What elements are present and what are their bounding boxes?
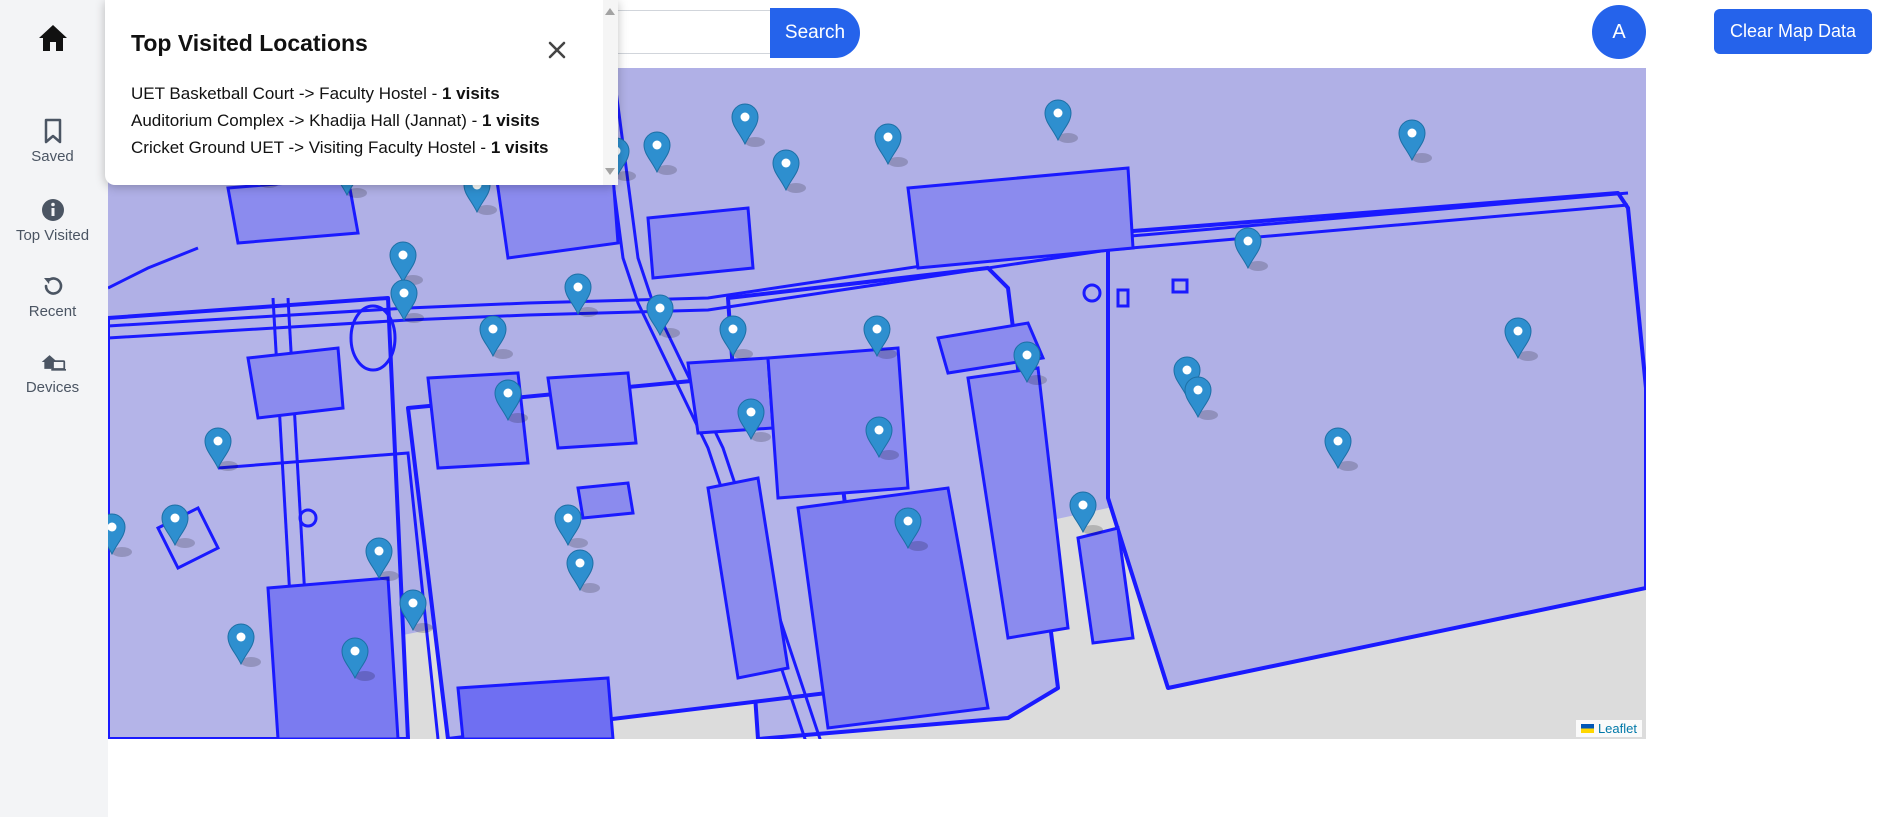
map-marker-icon[interactable] xyxy=(554,504,588,548)
map-marker-icon[interactable] xyxy=(1234,227,1268,271)
history-icon xyxy=(40,273,66,299)
visit-count: 1 visits xyxy=(482,111,540,130)
sidebar-item-label: Recent xyxy=(28,303,77,320)
route-text: Cricket Ground UET -> Visiting Faculty H… xyxy=(131,138,491,157)
map-marker-icon[interactable] xyxy=(719,315,753,359)
map-marker-icon[interactable] xyxy=(365,537,399,581)
top-visited-list: UET Basketball Court -> Faculty Hostel -… xyxy=(131,80,548,161)
sidebar-item-devices[interactable]: Devices xyxy=(0,349,105,396)
clear-map-data-button[interactable]: Clear Map Data xyxy=(1714,9,1872,54)
map-marker-icon[interactable] xyxy=(399,589,433,633)
sidebar-item-label: Devices xyxy=(25,379,80,396)
map-marker-icon[interactable] xyxy=(566,549,600,593)
close-icon xyxy=(548,41,566,59)
map-marker-icon[interactable] xyxy=(894,507,928,551)
map-marker-icon[interactable] xyxy=(1013,341,1047,385)
scroll-down-icon[interactable] xyxy=(605,168,615,175)
sidebar: Saved Top Visited Recent Devices xyxy=(0,0,108,817)
map-marker-icon[interactable] xyxy=(643,131,677,175)
map-marker-icon[interactable] xyxy=(1504,317,1538,361)
sidebar-item-label: Top Visited xyxy=(15,227,90,244)
popup-title: Top Visited Locations xyxy=(131,30,368,56)
map-marker-icon[interactable] xyxy=(341,637,375,681)
map-marker-icon[interactable] xyxy=(389,241,423,285)
home-button[interactable] xyxy=(33,20,73,56)
map-marker-icon[interactable] xyxy=(390,279,424,323)
search-button[interactable]: Search xyxy=(770,8,860,58)
devices-icon xyxy=(40,349,66,375)
map-marker-icon[interactable] xyxy=(494,379,528,423)
visit-count: 1 visits xyxy=(442,84,500,103)
map-marker-icon[interactable] xyxy=(204,427,238,471)
list-item: Cricket Ground UET -> Visiting Faculty H… xyxy=(131,134,548,161)
sidebar-item-recent[interactable]: Recent xyxy=(0,273,105,320)
map-marker-icon[interactable] xyxy=(479,315,513,359)
map-marker-icon[interactable] xyxy=(737,398,771,442)
scroll-up-icon[interactable] xyxy=(605,8,615,15)
info-icon xyxy=(40,197,66,223)
route-text: UET Basketball Court -> Faculty Hostel - xyxy=(131,84,442,103)
sidebar-item-saved[interactable]: Saved xyxy=(0,118,105,165)
map-marker-icon[interactable] xyxy=(865,416,899,460)
map-marker-icon[interactable] xyxy=(874,123,908,167)
sidebar-item-label: Saved xyxy=(31,148,74,165)
sidebar-item-top-visited[interactable]: Top Visited xyxy=(0,197,105,244)
map-marker-icon[interactable] xyxy=(1069,491,1103,535)
home-icon xyxy=(39,25,67,51)
map-marker-icon[interactable] xyxy=(1184,376,1218,420)
avatar[interactable]: A xyxy=(1592,5,1646,59)
map-marker-icon[interactable] xyxy=(227,623,261,667)
popup-scrollbar[interactable] xyxy=(603,0,618,185)
map-marker-icon[interactable] xyxy=(1044,99,1078,143)
map-attribution[interactable]: Leaflet xyxy=(1575,720,1642,737)
map-marker-icon[interactable] xyxy=(108,513,132,557)
visit-count: 1 visits xyxy=(490,138,549,157)
ukraine-flag-icon xyxy=(1580,724,1594,733)
close-button[interactable] xyxy=(545,38,569,62)
map-marker-icon[interactable] xyxy=(646,294,680,338)
top-visited-popup: Top Visited Locations UET Basketball Cou… xyxy=(105,0,618,185)
map-marker-icon[interactable] xyxy=(564,273,598,317)
list-item: UET Basketball Court -> Faculty Hostel -… xyxy=(131,80,548,107)
map-marker-icon[interactable] xyxy=(161,504,195,548)
bookmark-icon xyxy=(40,118,66,144)
attribution-label: Leaflet xyxy=(1597,721,1637,736)
map-marker-icon[interactable] xyxy=(863,315,897,359)
map-marker-icon[interactable] xyxy=(731,103,765,147)
map-marker-icon[interactable] xyxy=(1398,119,1432,163)
list-item: Auditorium Complex -> Khadija Hall (Jann… xyxy=(131,107,548,134)
map-marker-icon[interactable] xyxy=(772,149,806,193)
map-marker-icon[interactable] xyxy=(1324,427,1358,471)
route-text: Auditorium Complex -> Khadija Hall (Jann… xyxy=(131,111,483,130)
